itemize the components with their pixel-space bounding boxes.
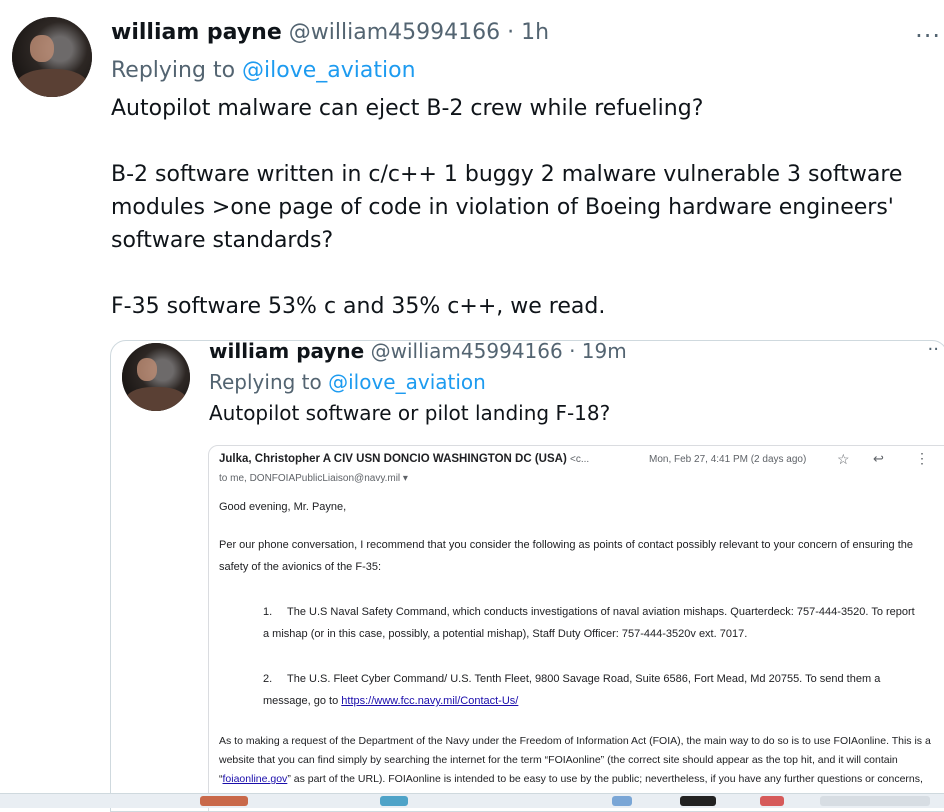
- email-recipients: to me, DONFOIAPublicLiaison@navy.mil ▾: [219, 473, 408, 484]
- replying-to-prefix: Replying to: [209, 370, 329, 394]
- avatar-face: [136, 357, 158, 382]
- email-date: Mon, Feb 27, 4:41 PM (2 days ago): [649, 454, 807, 465]
- list-number: 2.: [263, 673, 273, 685]
- star-icon: ☆: [837, 451, 850, 467]
- replying-to: Replying to @ilove_aviation: [111, 58, 416, 83]
- email-screenshot[interactable]: Julka, Christopher A CIV USN DONCIO WASH…: [208, 445, 944, 811]
- more-options-icon[interactable]: ···: [915, 22, 941, 50]
- quoted-more-options-icon[interactable]: ··: [928, 341, 939, 360]
- taskbar-strip: [0, 793, 944, 808]
- taskbar-app-icon: [200, 796, 248, 806]
- taskbar-app-icon: [760, 796, 784, 806]
- tweet-text-paragraph-2: B-2 software written in c/c++ 1 buggy 2 …: [111, 162, 903, 253]
- list-item-text: The U.S Naval Safety Command, which cond…: [263, 606, 915, 640]
- list-number: 1.: [263, 606, 273, 618]
- replying-to-link[interactable]: @ilove_aviation: [242, 58, 415, 83]
- email-intro: Per our phone conversation, I recommend …: [219, 539, 914, 573]
- email-sender-address: <c...: [570, 454, 590, 465]
- avatar-face: [29, 34, 54, 62]
- more-vertical-icon: ⋮: [915, 450, 929, 466]
- quoted-author-name[interactable]: william payne: [209, 341, 364, 363]
- email-greeting: Good evening, Mr. Payne,: [219, 501, 347, 513]
- taskbar-app-icon: [612, 796, 632, 806]
- email-sender-name: Julka, Christopher A CIV USN DONCIO WASH…: [219, 453, 567, 465]
- replying-to-prefix: Replying to: [111, 58, 243, 83]
- quoted-tweet-card[interactable]: william payne @william45994166 · 19m ·· …: [110, 340, 944, 812]
- quoted-tweet-text: Autopilot software or pilot landing F-18…: [209, 401, 611, 425]
- author-handle[interactable]: @william45994166: [289, 20, 500, 45]
- tweet-timestamp[interactable]: 1h: [521, 20, 549, 45]
- fcc-contact-link: https://www.fcc.navy.mil/Contact-Us/: [341, 695, 519, 707]
- email-list-item: 1. The U.S Naval Safety Command, which co…: [263, 601, 923, 645]
- separator-dot: ·: [507, 20, 515, 45]
- quoted-author-avatar[interactable]: [122, 343, 190, 411]
- taskbar-app-icon: [680, 796, 716, 806]
- author-name[interactable]: william payne: [111, 20, 282, 45]
- taskbar-app-icon: [820, 796, 930, 806]
- foiaonline-link: foiaonline.gov: [222, 773, 288, 785]
- quoted-replying-to-link[interactable]: @ilove_aviation: [328, 370, 486, 394]
- avatar-shirt: [16, 69, 88, 97]
- quoted-tweet-timestamp[interactable]: 19m: [582, 341, 627, 363]
- tweet-text-paragraph-3: F-35 software 53% c and 35% c++, we read…: [111, 294, 606, 319]
- separator-dot: ·: [569, 340, 576, 363]
- author-avatar[interactable]: [12, 17, 92, 97]
- tweet-header: william payne @william45994166 · 1h: [111, 20, 549, 45]
- email-list-item: 2. The U.S. Fleet Cyber Command/ U.S. Ten…: [263, 668, 923, 712]
- avatar-shirt: [125, 387, 187, 411]
- tweet-text-paragraph-1: Autopilot malware can eject B-2 crew whi…: [111, 96, 704, 121]
- quoted-replying-to: Replying to @ilove_aviation: [209, 370, 486, 394]
- email-sender: Julka, Christopher A CIV USN DONCIO WASH…: [219, 453, 589, 465]
- taskbar-app-icon: [380, 796, 408, 806]
- quoted-author-handle[interactable]: @william45994166: [371, 341, 563, 363]
- quoted-tweet-header: william payne @william45994166 · 19m: [209, 340, 627, 363]
- reply-icon: ↩: [873, 451, 884, 466]
